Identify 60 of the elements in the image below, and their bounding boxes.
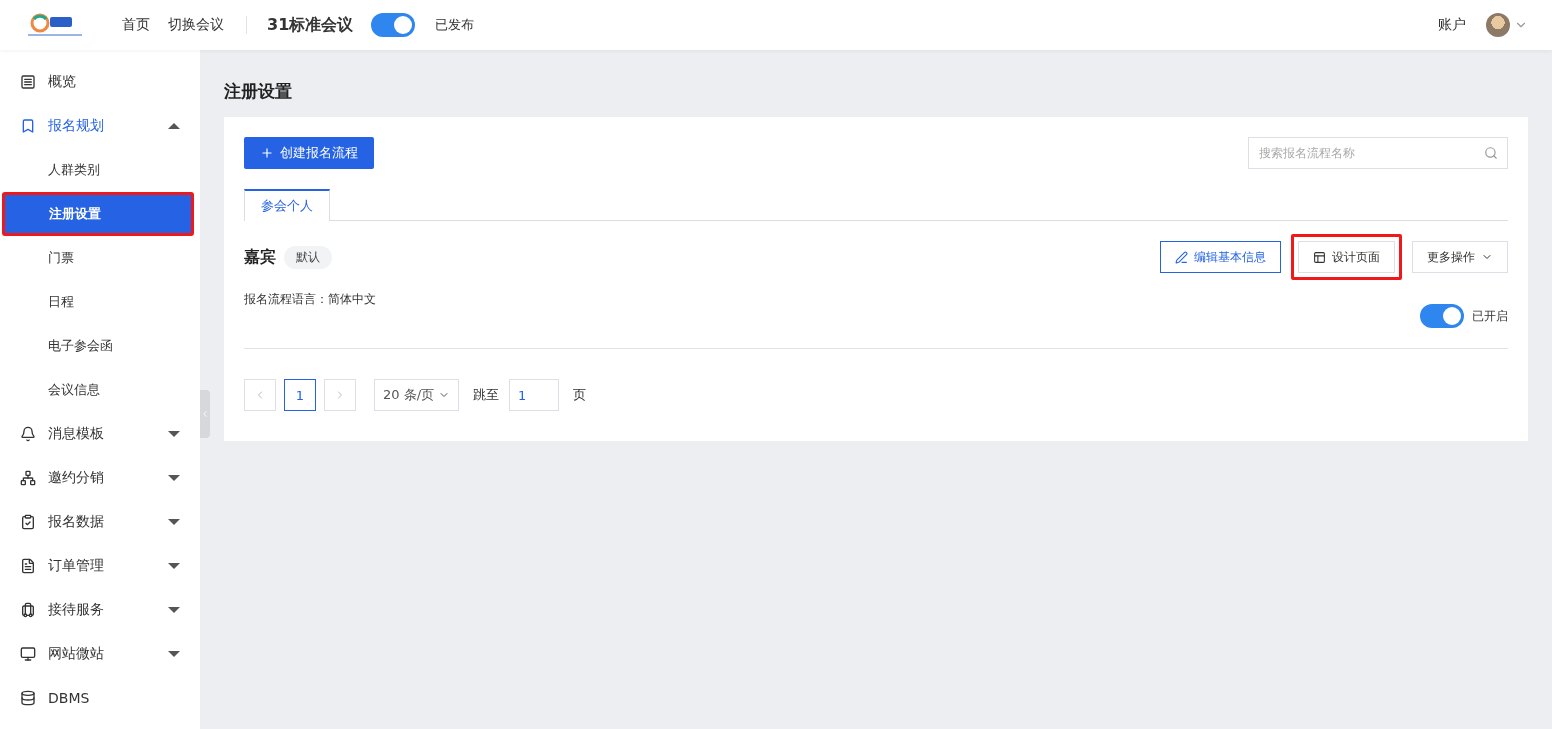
more-button[interactable]: 更多操作 — [1412, 241, 1508, 273]
bell-icon — [20, 426, 36, 442]
triangle-icon[interactable] — [168, 651, 180, 657]
monitor-icon — [20, 646, 36, 662]
sidebar-item[interactable]: 订单管理 — [0, 544, 200, 588]
create-button[interactable]: 创建报名流程 — [244, 137, 374, 169]
sidebar-item[interactable]: 邀约分销 — [0, 456, 200, 500]
enabled-status: 已开启 — [1472, 307, 1508, 325]
search-field[interactable]: 搜索报名流程名称 — [1248, 137, 1508, 169]
jump-input[interactable]: 1 — [509, 379, 560, 411]
nav-link[interactable]: 切换会议 — [168, 16, 224, 34]
sidebar-item[interactable]: 概览 — [0, 60, 200, 104]
sidebar-subitem[interactable]: 日程 — [0, 280, 200, 324]
sidebar-item[interactable]: 消息模板 — [0, 412, 200, 456]
database-icon — [20, 690, 36, 706]
search-icon[interactable] — [1484, 146, 1498, 160]
sidebar-subitem[interactable]: 注册设置 — [2, 192, 194, 236]
document-icon — [20, 558, 36, 574]
triangle-icon[interactable] — [168, 519, 180, 525]
sidebar-subitem[interactable]: 会议信息 — [0, 368, 200, 412]
list-icon — [20, 74, 36, 90]
network-icon — [20, 470, 36, 486]
language-text: 报名流程语言：简体中文 — [244, 291, 377, 308]
default-tag: 默认 — [284, 245, 332, 269]
page-size-select[interactable]: 20 条/页 — [374, 379, 460, 411]
bookmark-icon — [20, 118, 36, 134]
page-title: 注册设置 — [224, 80, 293, 103]
triangle-icon[interactable] — [168, 123, 180, 129]
collapse-handle[interactable] — [200, 390, 210, 438]
meeting-title: 31标准会议 — [267, 14, 354, 36]
edit-button[interactable]: 编辑基本信息 — [1160, 241, 1281, 273]
pen-icon — [1175, 250, 1188, 264]
flow-name: 嘉宾 — [244, 246, 276, 268]
account-link[interactable]: 账户 — [1438, 16, 1466, 34]
layout-icon — [1313, 250, 1326, 264]
plus-icon — [260, 146, 274, 160]
page-button[interactable]: 1 — [284, 379, 316, 411]
jump-label: 跳至 — [473, 386, 500, 404]
publish-status: 已发布 — [435, 16, 475, 34]
luggage-icon — [20, 602, 36, 618]
sidebar-item[interactable]: 网站微站 — [0, 632, 200, 676]
publish-switch[interactable] — [371, 13, 416, 37]
sidebar-subitem[interactable]: 人群类别 — [0, 148, 200, 192]
sidebar-item[interactable]: DBMS — [0, 676, 200, 720]
page-unit: 页 — [573, 386, 587, 404]
sidebar-item[interactable]: 报名数据 — [0, 500, 200, 544]
sidebar-item[interactable]: 接待服务 — [0, 588, 200, 632]
triangle-icon[interactable] — [168, 563, 180, 569]
triangle-icon[interactable] — [168, 475, 180, 481]
sidebar-subitem[interactable]: 门票 — [0, 236, 200, 280]
sidebar-item[interactable]: 报名规划 — [0, 104, 200, 148]
nav-link[interactable]: 首页 — [122, 16, 150, 34]
triangle-icon[interactable] — [168, 607, 180, 613]
triangle-icon[interactable] — [168, 431, 180, 437]
avatar[interactable] — [1486, 13, 1510, 37]
clipboard-icon — [20, 514, 36, 530]
design-button[interactable]: 设计页面 — [1298, 241, 1395, 273]
tab[interactable]: 参会个人 — [244, 189, 330, 221]
sidebar-subitem[interactable]: 电子参会函 — [0, 324, 200, 368]
enable-switch[interactable] — [1420, 304, 1464, 328]
